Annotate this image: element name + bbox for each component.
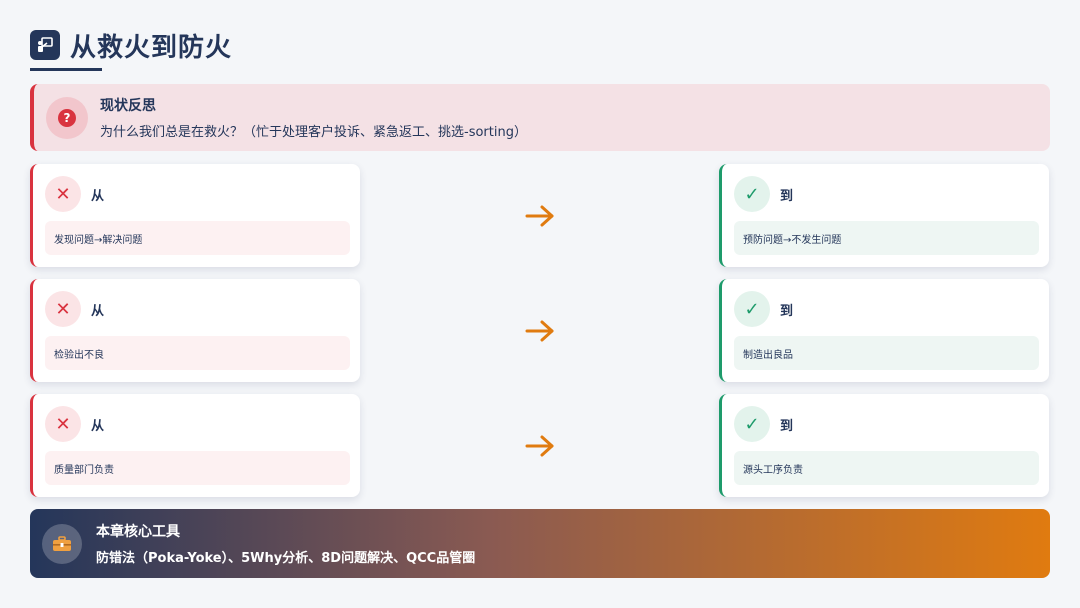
to-card-2: ✓ 到 制造出良品 [719, 279, 1049, 382]
arrow-right-icon [525, 205, 554, 227]
toolbox-icon [42, 523, 82, 564]
chalkboard-teacher-icon [30, 30, 60, 60]
check-mark-icon: ✓ [734, 406, 770, 442]
question-circle-icon: ? [58, 108, 76, 127]
to-card-3: ✓ 到 源头工序负责 [719, 394, 1049, 497]
from-text: 检验出不良 [45, 336, 350, 370]
to-label: 到 [780, 188, 794, 204]
from-label: 从 [91, 303, 105, 319]
from-label: 从 [91, 188, 105, 204]
from-text: 质量部门负责 [45, 451, 350, 485]
reflection-text: 为什么我们总是在救火？（忙于处理客户投诉、紧急返工、挑选-sorting） [100, 125, 527, 140]
arrow-right-icon [525, 320, 554, 342]
check-mark-icon: ✓ [734, 176, 770, 212]
core-tools-banner: 本章核心工具 防错法（Poka-Yoke）、5Why分析、8D问题解决、QCC品… [30, 509, 1050, 578]
page-title: 从救火到防火 [70, 32, 233, 63]
reflection-icon-badge: ? [46, 96, 88, 139]
title-underline [30, 68, 102, 71]
to-label: 到 [780, 418, 794, 434]
check-mark-icon: ✓ [734, 291, 770, 327]
page-header: 从救火到防火 [30, 28, 233, 63]
from-card-3: ✕ 从 质量部门负责 [30, 394, 360, 497]
x-mark-icon: ✕ [45, 406, 81, 442]
from-card-1: ✕ 从 发现问题→解决问题 [30, 164, 360, 267]
arrow-right-icon [525, 435, 554, 457]
x-mark-icon: ✕ [45, 291, 81, 327]
core-tools-content: 本章核心工具 防错法（Poka-Yoke）、5Why分析、8D问题解决、QCC品… [96, 521, 475, 566]
from-card-2: ✕ 从 检验出不良 [30, 279, 360, 382]
to-text: 源头工序负责 [734, 451, 1039, 485]
core-tools-title: 本章核心工具 [96, 524, 180, 540]
to-label: 到 [780, 303, 794, 319]
reflection-banner: ? 现状反思 为什么我们总是在救火？（忙于处理客户投诉、紧急返工、挑选-sort… [30, 84, 1050, 151]
to-card-1: ✓ 到 预防问题→不发生问题 [719, 164, 1049, 267]
reflection-content: 现状反思 为什么我们总是在救火？（忙于处理客户投诉、紧急返工、挑选-sortin… [100, 95, 527, 140]
reflection-title: 现状反思 [100, 98, 156, 114]
x-mark-icon: ✕ [45, 176, 81, 212]
from-label: 从 [91, 418, 105, 434]
to-text: 制造出良品 [734, 336, 1039, 370]
core-tools-text: 防错法（Poka-Yoke）、5Why分析、8D问题解决、QCC品管圈 [96, 551, 476, 566]
to-text: 预防问题→不发生问题 [734, 221, 1039, 255]
from-text: 发现问题→解决问题 [45, 221, 350, 255]
